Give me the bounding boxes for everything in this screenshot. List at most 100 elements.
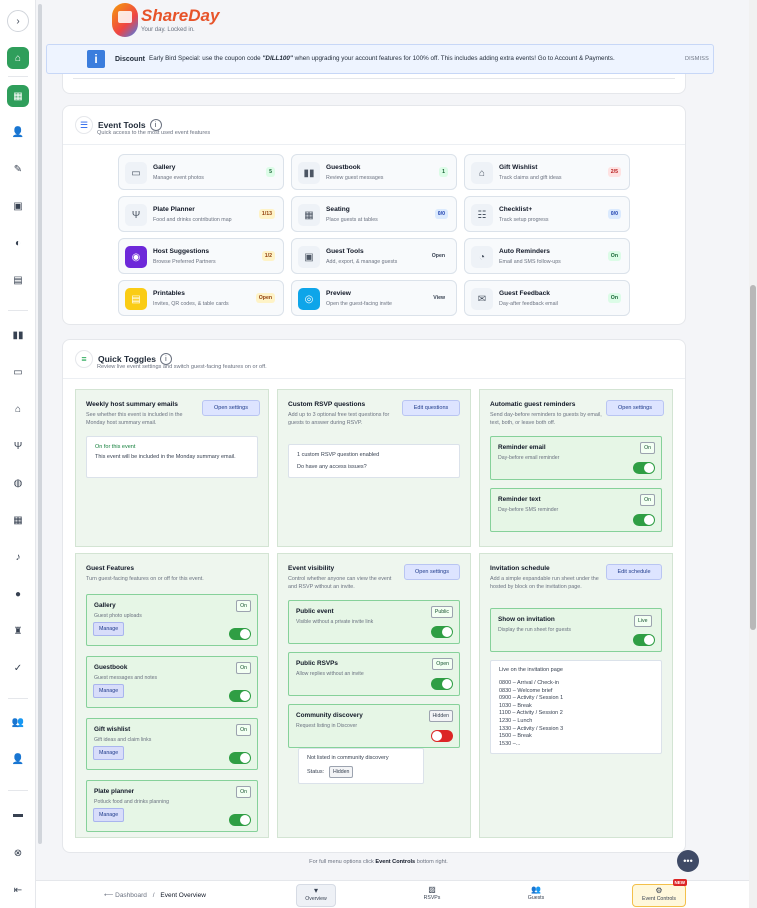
- sidebar-toggle-icon[interactable]: ›: [7, 10, 29, 32]
- gift-wishlist-icon: ⌂: [471, 162, 493, 184]
- item-sub: Request listing in Discover: [296, 723, 358, 729]
- quick_toggles-visibility-items-item: Public event Visible without a private in…: [288, 600, 460, 644]
- open-settings-button[interactable]: Open settings: [202, 400, 260, 416]
- nav-overview[interactable]: ▾ Overview: [296, 884, 336, 907]
- card-icon[interactable]: ▬: [7, 803, 29, 825]
- item-toggle[interactable]: [229, 690, 251, 702]
- printer-icon[interactable]: ▤: [7, 269, 29, 291]
- grid-icon[interactable]: ▦: [7, 85, 29, 107]
- tool-preview[interactable]: ◎ Preview Open the guest-facing invite View: [291, 280, 457, 316]
- open-settings-button[interactable]: Open settings: [404, 564, 460, 580]
- footer-note: For full menu options click Event Contro…: [309, 859, 448, 865]
- status-label: Status:: [307, 769, 325, 775]
- globe-icon[interactable]: ◍: [7, 472, 29, 494]
- breadcrumb: ⟵ Dashboard / Event Overview: [104, 892, 206, 899]
- palette-icon[interactable]: ◐: [7, 232, 29, 254]
- quick-toggles-title: Quick Toggles: [98, 354, 156, 364]
- tool-auto-reminders[interactable]: ◔ Auto Reminders Email and SMS follow-ups O…: [464, 238, 630, 274]
- chat-icon[interactable]: ●: [7, 583, 29, 605]
- manage-button[interactable]: Manage: [93, 684, 125, 698]
- tool-gift-wishlist[interactable]: ⌂ Gift Wishlist Track claims and gift idea…: [464, 154, 630, 190]
- gift-icon[interactable]: ⌂: [7, 398, 29, 420]
- manage-button[interactable]: Manage: [93, 808, 125, 822]
- tool-guest-tools[interactable]: ▣ Guest Tools Add, export, & manage guests…: [291, 238, 457, 274]
- item-toggle[interactable]: [633, 462, 655, 474]
- item-toggle[interactable]: [431, 730, 453, 742]
- main-scrollbar[interactable]: [749, 0, 757, 908]
- tool-seating[interactable]: ▦ Seating Place guests at tables 0/0: [291, 196, 457, 232]
- sidebar-scrollbar[interactable]: [38, 4, 42, 844]
- item-sub: Allow replies without an invite: [296, 671, 364, 677]
- image-icon[interactable]: ▭: [7, 361, 29, 383]
- book-icon[interactable]: ▮▮: [7, 324, 29, 346]
- quick_toggles-guest_features-items-item: Plate planner Potluck food and drinks pla…: [86, 780, 258, 832]
- breadcrumb-back-link[interactable]: ⟵ Dashboard: [104, 892, 147, 899]
- open-settings-button[interactable]: Open settings: [606, 400, 664, 416]
- show-on-invitation-item: Show on invitation Display the run sheet…: [490, 608, 662, 652]
- item-title: Community discovery: [296, 712, 363, 719]
- manage-button[interactable]: Manage: [93, 746, 125, 760]
- home-icon[interactable]: ⌂: [7, 47, 29, 69]
- calendar-icon[interactable]: ▦: [7, 509, 29, 531]
- tool-guest-feedback[interactable]: ✉ Guest Feedback Day-after feedback email O…: [464, 280, 630, 316]
- rsvp-question: Do have any access issues?: [297, 464, 367, 470]
- tool-badge: 0/0: [434, 209, 448, 219]
- logo-mark-icon: [112, 3, 138, 37]
- brand-tagline: Your day. Locked in.: [141, 26, 195, 33]
- item-status: Public: [430, 606, 453, 618]
- nav-event-controls[interactable]: ⚙ Event Controls NEW: [632, 879, 687, 907]
- event-controls-icon: ⚙: [655, 886, 663, 895]
- nav-label: Overview: [305, 896, 327, 902]
- check-icon[interactable]: ✓: [7, 657, 29, 679]
- tool-checklist[interactable]: ☷ Checklist+ Track setup progress 0/0: [464, 196, 630, 232]
- item-sub: Display the run sheet for guests: [498, 627, 571, 633]
- edit-icon[interactable]: ✎: [7, 158, 29, 180]
- tool-plate-planner[interactable]: Ψ Plate Planner Food and drinks contributi…: [118, 196, 284, 232]
- item-title: Guestbook: [94, 664, 128, 671]
- item-toggle[interactable]: [431, 678, 453, 690]
- item-toggle[interactable]: [229, 628, 251, 640]
- tool-guestbook[interactable]: ▮▮ Guestbook Review guest messages 1: [291, 154, 457, 190]
- auto-reminders-icon: ◔: [471, 246, 493, 268]
- item-sub: Gift ideas and claim links: [94, 737, 152, 743]
- plate-planner-icon: Ψ: [125, 204, 147, 226]
- quick_toggles-auto_reminders-items-item: Reminder email Day-before email reminder O…: [490, 436, 662, 480]
- utensils-icon[interactable]: Ψ: [7, 435, 29, 457]
- item-toggle[interactable]: [431, 626, 453, 638]
- bell-icon[interactable]: ♪: [7, 546, 29, 568]
- item-toggle[interactable]: [633, 514, 655, 526]
- guestbook-icon: ▮▮: [298, 162, 320, 184]
- chat-icon[interactable]: •••: [677, 850, 699, 872]
- nav-rsvps[interactable]: ▨ RSVPs: [412, 884, 452, 907]
- item-status: Hidden: [428, 710, 453, 722]
- manage-button[interactable]: Manage: [93, 622, 125, 636]
- edit-questions-button[interactable]: Edit questions: [402, 400, 460, 416]
- quick_toggles-visibility-items-item: Community discovery Request listing in Di…: [288, 704, 460, 748]
- tool-host-suggestions[interactable]: ◉ Host Suggestions Browse Preferred Partne…: [118, 238, 284, 274]
- event-tools-subtitle: Quick access to the most used event feat…: [97, 130, 211, 136]
- logout-icon[interactable]: ⇤: [7, 879, 29, 901]
- seat-icon[interactable]: ♜: [7, 620, 29, 642]
- id-card-icon[interactable]: ▣: [7, 195, 29, 217]
- edit-schedule-button[interactable]: Edit schedule: [606, 564, 662, 580]
- schedule-line: 1230 – Lunch: [499, 718, 533, 724]
- gallery-icon: ▭: [125, 162, 147, 184]
- schedule-line: 1530 –...: [499, 740, 521, 747]
- item-sub: Guest messages and notes: [94, 675, 158, 681]
- dismiss-button[interactable]: DISMISS: [685, 56, 709, 62]
- users-icon[interactable]: 👥: [7, 711, 29, 733]
- brand-logo[interactable]: ShareDay Your day. Locked in.: [112, 3, 219, 37]
- tool-subtitle: Browse Preferred Partners: [153, 259, 216, 265]
- item-toggle[interactable]: [229, 814, 251, 826]
- event-tools-card: ☰ Event Tools i Quick access to the most…: [62, 105, 686, 325]
- nav-guests[interactable]: 👥 Guests: [516, 884, 556, 907]
- item-toggle[interactable]: [229, 752, 251, 764]
- show-on-invitation-toggle[interactable]: [633, 634, 655, 646]
- user-icon[interactable]: 👤: [7, 748, 29, 770]
- item-status: On: [236, 662, 251, 674]
- user-plus-icon[interactable]: 👤: [7, 121, 29, 143]
- tool-printables[interactable]: ▤ Printables Invites, QR codes, & table ca…: [118, 280, 284, 316]
- item-title: Reminder email: [498, 444, 546, 451]
- tool-gallery[interactable]: ▭ Gallery Manage event photos 5: [118, 154, 284, 190]
- tool-title: Host Suggestions: [153, 248, 210, 255]
